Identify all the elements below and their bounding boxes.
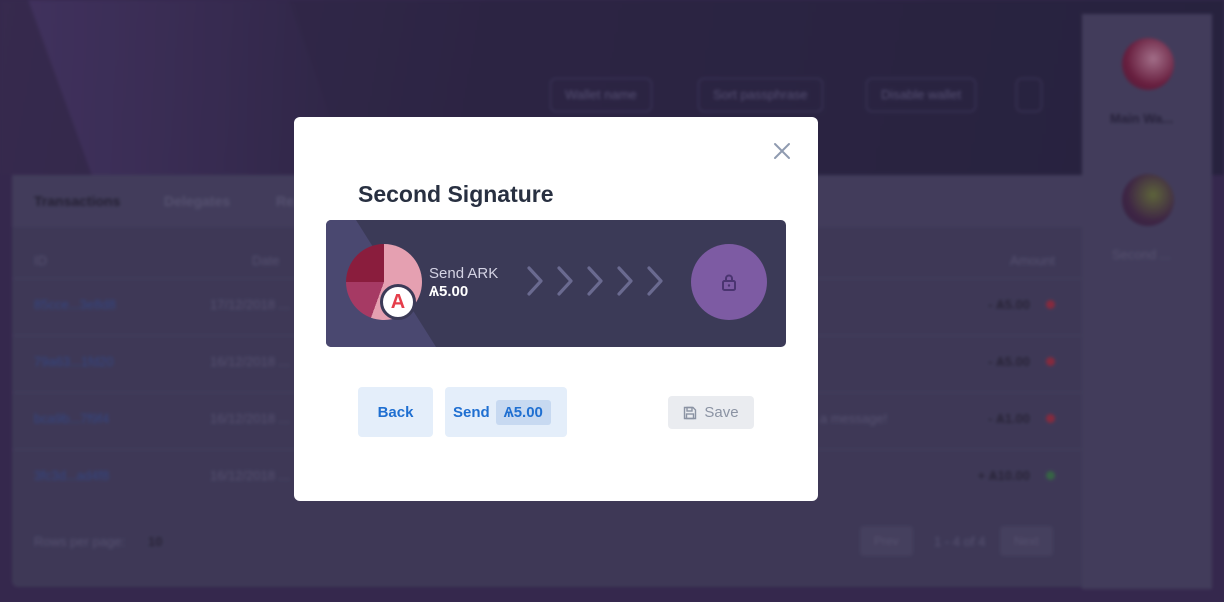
progress-chevrons [524, 264, 666, 298]
send-button[interactable]: Send Ѧ5.00 [445, 387, 567, 437]
modal-title: Second Signature [358, 181, 554, 207]
save-label: Save [704, 404, 739, 421]
send-label: Send [453, 403, 490, 421]
transaction-amount: Ѧ5.00 [429, 283, 469, 300]
transaction-summary: A Send ARK Ѧ5.00 [326, 220, 786, 347]
ark-logo-icon: A [380, 284, 416, 320]
chevron-right-icon [557, 266, 573, 296]
transaction-type: Send ARK [429, 265, 499, 282]
chevron-right-icon [647, 266, 663, 296]
chevron-right-icon [617, 266, 633, 296]
chevron-right-icon [587, 266, 603, 296]
chevron-right-icon [527, 266, 543, 296]
send-amount: Ѧ5.00 [495, 399, 551, 425]
close-icon[interactable] [770, 139, 794, 163]
lock-icon [691, 244, 767, 320]
back-button[interactable]: Back [358, 387, 433, 437]
second-signature-modal: Second Signature A Send ARK Ѧ5.00 Back S… [294, 117, 818, 501]
ark-symbol: A [390, 291, 406, 313]
save-icon [684, 406, 697, 419]
save-button[interactable]: Save [668, 396, 754, 429]
back-label: Back [377, 403, 414, 421]
